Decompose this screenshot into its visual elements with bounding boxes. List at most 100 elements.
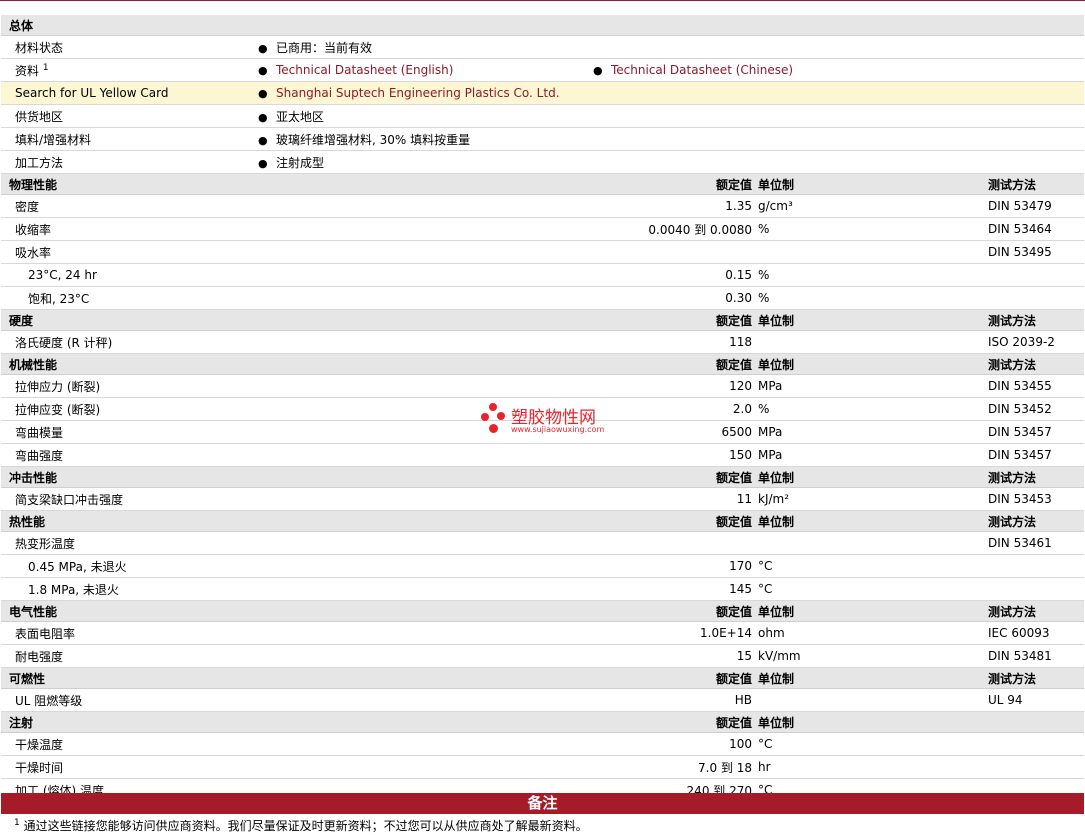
row-label: 资料 — [15, 63, 40, 78]
test-method — [988, 263, 1085, 287]
test-method: DIN 53481 — [988, 644, 1085, 668]
property-value: 15 — [593, 644, 758, 668]
method-header: 测试方法 — [988, 309, 1085, 331]
unit-header: 单位制 — [758, 173, 988, 195]
section-header: 热性能 额定值 单位制 测试方法 — [1, 510, 1085, 532]
section-header: 机械性能 额定值 单位制 测试方法 — [1, 353, 1085, 375]
property-row: 耐电强度 15 kV/mm DIN 53481 — [1, 644, 1085, 668]
property-row: 弯曲强度 150 MPa DIN 53457 — [1, 443, 1085, 467]
footnote-mark: 1 — [42, 62, 49, 73]
property-unit — [758, 330, 988, 354]
bullet-icon: ● — [258, 87, 268, 100]
unit-header: 单位制 — [758, 309, 988, 331]
property-unit: °C — [758, 577, 988, 601]
section-title: 热性能 — [1, 510, 258, 532]
property-label: 热变形温度 — [1, 531, 593, 555]
bullet-icon: ● — [258, 133, 268, 147]
property-unit: kV/mm — [758, 644, 988, 668]
property-row: 干燥时间 7.0 到 18 hr — [1, 755, 1085, 779]
property-label: 饱和, 23°C — [1, 286, 593, 310]
section-general: 总体 — [1, 15, 1085, 36]
watermark-url: www.sujiaowuxing.com — [511, 425, 605, 434]
property-unit: kJ/m² — [758, 487, 988, 511]
row-filler: 填料/增强材料 ● 玻璃纤维增强材料, 30% 填料按重量 — [1, 127, 1085, 151]
row-value: 已商用：当前有效 — [276, 40, 373, 55]
rated-header: 额定值 — [593, 711, 758, 733]
property-label: 洛氏硬度 (R 计秤) — [1, 330, 593, 354]
footnote: 1 通过这些链接您能够访问供应商资料。我们尽量保证及时更新资料；不过您可以从供应… — [14, 817, 588, 834]
property-row: 吸水率 DIN 53495 — [1, 240, 1085, 264]
property-row: 饱和, 23°C 0.30% — [1, 286, 1085, 310]
property-value: 1.0E+14 — [593, 621, 758, 645]
unit-header: 单位制 — [758, 466, 988, 488]
row-ul-yellow-card: Search for UL Yellow Card ● Shanghai Supt… — [1, 81, 1085, 105]
test-method — [988, 732, 1085, 756]
property-label: 弯曲模量 — [1, 420, 593, 444]
datasheet-chinese-link[interactable]: Technical Datasheet (Chinese) — [611, 63, 793, 77]
section-title: 机械性能 — [1, 353, 258, 375]
property-value: 11 — [593, 487, 758, 511]
rated-header: 额定值 — [593, 466, 758, 488]
test-method — [988, 577, 1085, 601]
property-unit: % — [758, 217, 988, 241]
section-title: 总体 — [1, 15, 1085, 36]
test-method: DIN 53457 — [988, 443, 1085, 467]
test-method — [988, 554, 1085, 578]
footnote-text: 通过这些链接您能够访问供应商资料。我们尽量保证及时更新资料；不过您可以从供应商处… — [23, 819, 588, 833]
property-label: 23°C, 24 hr — [1, 263, 593, 287]
test-method: IEC 60093 — [988, 621, 1085, 645]
section-header: 可燃性 额定值 单位制 测试方法 — [1, 667, 1085, 689]
property-label: 拉伸应力 (断裂) — [1, 374, 593, 398]
property-value: 1.35 — [593, 194, 758, 218]
property-label: 收缩率 — [1, 217, 593, 241]
ul-yellow-card-link[interactable]: Shanghai Suptech Engineering Plastics Co… — [276, 86, 560, 100]
rated-header: 额定值 — [593, 510, 758, 532]
property-unit — [758, 688, 988, 712]
bullet-icon: ● — [258, 156, 268, 170]
property-unit: % — [758, 286, 988, 310]
property-value — [593, 240, 758, 264]
property-unit: °C — [758, 732, 988, 756]
bullet-icon: ● — [593, 64, 603, 77]
property-value: 170 — [593, 554, 758, 578]
property-label: 简支梁缺口冲击强度 — [1, 487, 593, 511]
property-value: 2.0 — [593, 397, 758, 421]
property-value: 120 — [593, 374, 758, 398]
property-unit: ohm — [758, 621, 988, 645]
property-unit: MPa — [758, 443, 988, 467]
property-row: 洛氏硬度 (R 计秤) 118 ISO 2039-2 — [1, 330, 1085, 354]
property-label: 吸水率 — [1, 240, 593, 264]
method-header: 测试方法 — [988, 667, 1085, 689]
method-header: 测试方法 — [988, 466, 1085, 488]
property-value: 0.0040 到 0.0080 — [593, 217, 758, 241]
property-value: 100 — [593, 732, 758, 756]
test-method: UL 94 — [988, 688, 1085, 712]
unit-header: 单位制 — [758, 600, 988, 622]
row-label: 加工方法 — [1, 150, 258, 174]
property-unit: % — [758, 397, 988, 421]
property-row: 简支梁缺口冲击强度 11 kJ/m² DIN 53453 — [1, 487, 1085, 511]
row-datasheets: 资料 1 ● Technical Datasheet (English) ● Tec… — [1, 58, 1085, 82]
rated-header: 额定值 — [593, 173, 758, 195]
property-unit — [758, 240, 988, 264]
section-title: 注射 — [1, 711, 258, 733]
property-row: 密度 1.35 g/cm³ DIN 53479 — [1, 194, 1085, 218]
row-label: Search for UL Yellow Card — [1, 81, 258, 105]
property-label: 干燥时间 — [1, 755, 593, 779]
notes-header: 备注 — [1, 793, 1084, 814]
unit-header: 单位制 — [758, 353, 988, 375]
rated-header: 额定值 — [593, 353, 758, 375]
method-header: 测试方法 — [988, 173, 1085, 195]
rated-header: 额定值 — [593, 667, 758, 689]
test-method: DIN 53452 — [988, 397, 1085, 421]
test-method: ISO 2039-2 — [988, 330, 1085, 354]
top-border — [0, 0, 1085, 16]
unit-header: 单位制 — [758, 667, 988, 689]
property-value — [593, 531, 758, 555]
section-title: 电气性能 — [1, 600, 258, 622]
datasheet-english-link[interactable]: Technical Datasheet (English) — [276, 63, 453, 77]
property-label: UL 阻燃等级 — [1, 688, 593, 712]
method-header: 测试方法 — [988, 353, 1085, 375]
row-value: 亚太地区 — [276, 109, 325, 124]
footnote-number: 1 — [14, 818, 20, 828]
